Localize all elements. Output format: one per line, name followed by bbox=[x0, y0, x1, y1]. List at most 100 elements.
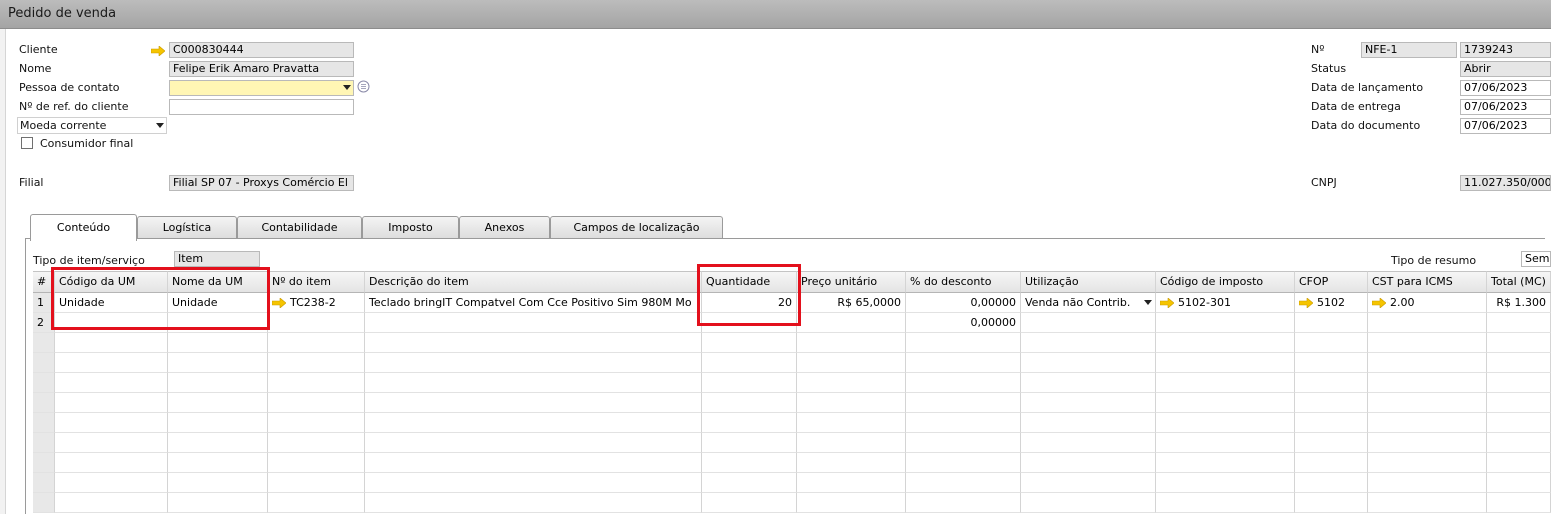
grid-cell-quantidade[interactable] bbox=[702, 413, 797, 433]
tab-imposto[interactable]: Imposto bbox=[362, 216, 459, 239]
grid-cell-descricao-item[interactable] bbox=[365, 353, 702, 373]
grid-cell-total-mc[interactable]: R$ 1.300 bbox=[1487, 293, 1551, 313]
tab-logistica[interactable]: Logística bbox=[137, 216, 237, 239]
grid-cell-codigo-imposto[interactable] bbox=[1156, 373, 1295, 393]
link-arrow-icon[interactable] bbox=[151, 46, 165, 56]
link-arrow-icon[interactable] bbox=[272, 298, 286, 308]
grid-cell-codigo-imposto[interactable] bbox=[1156, 473, 1295, 493]
grid-cell-utilizacao[interactable] bbox=[1021, 453, 1156, 473]
grid-cell-utilizacao[interactable] bbox=[1021, 413, 1156, 433]
data-entrega-field[interactable]: 07/06/2023 bbox=[1460, 99, 1551, 115]
grid-cell-desconto[interactable]: 0,00000 bbox=[906, 313, 1021, 333]
grid-cell-utilizacao[interactable] bbox=[1021, 393, 1156, 413]
grid-cell-utilizacao[interactable] bbox=[1021, 433, 1156, 453]
grid-cell-codigo-um[interactable] bbox=[55, 373, 168, 393]
link-arrow-icon[interactable] bbox=[1299, 298, 1313, 308]
data-lancamento-field[interactable]: 07/06/2023 bbox=[1460, 80, 1551, 96]
chevron-down-icon[interactable] bbox=[343, 85, 351, 90]
grid-cell-cfop[interactable] bbox=[1295, 413, 1368, 433]
tipo-resumo-field[interactable]: Sem bbox=[1521, 251, 1551, 267]
grid-cell-quantidade[interactable] bbox=[702, 453, 797, 473]
grid-cell-total-mc[interactable] bbox=[1487, 493, 1551, 513]
grid-cell-preco-unitario[interactable] bbox=[797, 373, 906, 393]
grid-cell-preco-unitario[interactable] bbox=[797, 393, 906, 413]
grid-cell-codigo-imposto[interactable] bbox=[1156, 393, 1295, 413]
grid-cell-codigo-imposto[interactable] bbox=[1156, 353, 1295, 373]
grid-cell-desconto[interactable] bbox=[906, 353, 1021, 373]
grid-cell-codigo-um[interactable] bbox=[55, 333, 168, 353]
grid-cell-numero-item[interactable] bbox=[268, 333, 365, 353]
nome-field[interactable]: Felipe Erik Amaro Pravatta bbox=[169, 61, 354, 77]
grid-cell-desconto[interactable] bbox=[906, 373, 1021, 393]
tab-contabilidade[interactable]: Contabilidade bbox=[237, 216, 362, 239]
grid-cell-total-mc[interactable] bbox=[1487, 413, 1551, 433]
grid-cell-utilizacao[interactable] bbox=[1021, 353, 1156, 373]
grid-cell-codigo-um[interactable] bbox=[55, 493, 168, 513]
grid-cell-descricao-item[interactable] bbox=[365, 433, 702, 453]
grid-cell-numero-item[interactable] bbox=[268, 453, 365, 473]
grid-cell-cst-icms[interactable] bbox=[1368, 393, 1487, 413]
grid-cell-preco-unitario[interactable] bbox=[797, 313, 906, 333]
column-header-numero-item[interactable]: Nº do item bbox=[268, 271, 365, 293]
column-header-preco-unitario[interactable]: Preço unitário bbox=[797, 271, 906, 293]
grid-cell-cst-icms[interactable] bbox=[1368, 313, 1487, 333]
column-header-descricao-item[interactable]: Descrição do item bbox=[365, 271, 702, 293]
grid-cell-preco-unitario[interactable] bbox=[797, 333, 906, 353]
grid-cell-numero-item[interactable] bbox=[268, 393, 365, 413]
grid-cell-numero-item[interactable] bbox=[268, 373, 365, 393]
grid-cell-nome-um[interactable] bbox=[168, 413, 268, 433]
consumidor-final-checkbox[interactable] bbox=[21, 137, 33, 149]
grid-cell-codigo-imposto[interactable] bbox=[1156, 313, 1295, 333]
grid-cell-codigo-imposto[interactable] bbox=[1156, 453, 1295, 473]
grid-cell-quantidade[interactable] bbox=[702, 353, 797, 373]
data-documento-field[interactable]: 07/06/2023 bbox=[1460, 118, 1551, 134]
grid-cell-quantidade[interactable] bbox=[702, 373, 797, 393]
grid-cell-cfop[interactable] bbox=[1295, 493, 1368, 513]
grid-cell-preco-unitario[interactable] bbox=[797, 453, 906, 473]
grid-cell-total-mc[interactable] bbox=[1487, 373, 1551, 393]
grid-cell-cst-icms[interactable] bbox=[1368, 413, 1487, 433]
grid-cell-codigo-imposto[interactable] bbox=[1156, 493, 1295, 513]
grid-cell-cst-icms[interactable] bbox=[1368, 353, 1487, 373]
grid-cell-desconto[interactable] bbox=[906, 333, 1021, 353]
grid-cell-descricao-item[interactable] bbox=[365, 413, 702, 433]
grid-cell-total-mc[interactable] bbox=[1487, 313, 1551, 333]
grid-cell-cst-icms[interactable] bbox=[1368, 373, 1487, 393]
grid-cell-quantidade[interactable] bbox=[702, 493, 797, 513]
grid-cell-cfop[interactable] bbox=[1295, 433, 1368, 453]
grid-cell-desconto[interactable]: 0,00000 bbox=[906, 293, 1021, 313]
grid-cell-nome-um[interactable] bbox=[168, 473, 268, 493]
grid-cell-cfop[interactable] bbox=[1295, 393, 1368, 413]
grid-cell-codigo-imposto[interactable] bbox=[1156, 413, 1295, 433]
grid-cell-desconto[interactable] bbox=[906, 453, 1021, 473]
grid-cell-utilizacao[interactable] bbox=[1021, 373, 1156, 393]
grid-cell-cfop[interactable] bbox=[1295, 453, 1368, 473]
ref-cliente-field[interactable] bbox=[169, 99, 354, 115]
grid-cell-preco-unitario[interactable]: R$ 65,0000 bbox=[797, 293, 906, 313]
grid-cell-desconto[interactable] bbox=[906, 493, 1021, 513]
grid-cell-nome-um[interactable] bbox=[168, 353, 268, 373]
status-field[interactable]: Abrir bbox=[1460, 61, 1551, 77]
grid-cell-cfop[interactable] bbox=[1295, 313, 1368, 333]
grid-cell-descricao-item[interactable] bbox=[365, 493, 702, 513]
column-header-codigo-imposto[interactable]: Código de imposto bbox=[1156, 271, 1295, 293]
grid-cell-quantidade[interactable] bbox=[702, 333, 797, 353]
grid-cell-descricao-item[interactable] bbox=[365, 453, 702, 473]
grid-cell-total-mc[interactable] bbox=[1487, 333, 1551, 353]
link-arrow-icon[interactable] bbox=[1160, 298, 1174, 308]
grid-cell-utilizacao[interactable] bbox=[1021, 493, 1156, 513]
grid-cell-numero-item[interactable] bbox=[268, 473, 365, 493]
grid-cell-preco-unitario[interactable] bbox=[797, 353, 906, 373]
grid-cell-cfop[interactable] bbox=[1295, 473, 1368, 493]
grid-cell-nome-um[interactable] bbox=[168, 493, 268, 513]
grid-cell-quantidade[interactable] bbox=[702, 393, 797, 413]
column-header-cst-icms[interactable]: CST para ICMS bbox=[1368, 271, 1487, 293]
grid-cell-desconto[interactable] bbox=[906, 473, 1021, 493]
tab-campos-localizacao[interactable]: Campos de localização bbox=[550, 216, 723, 239]
grid-cell-numero-item[interactable] bbox=[268, 433, 365, 453]
column-header-cfop[interactable]: CFOP bbox=[1295, 271, 1368, 293]
grid-cell-nome-um[interactable] bbox=[168, 393, 268, 413]
grid-cell-total-mc[interactable] bbox=[1487, 473, 1551, 493]
moeda-select[interactable]: Moeda corrente bbox=[17, 117, 167, 134]
grid-cell-utilizacao[interactable] bbox=[1021, 333, 1156, 353]
